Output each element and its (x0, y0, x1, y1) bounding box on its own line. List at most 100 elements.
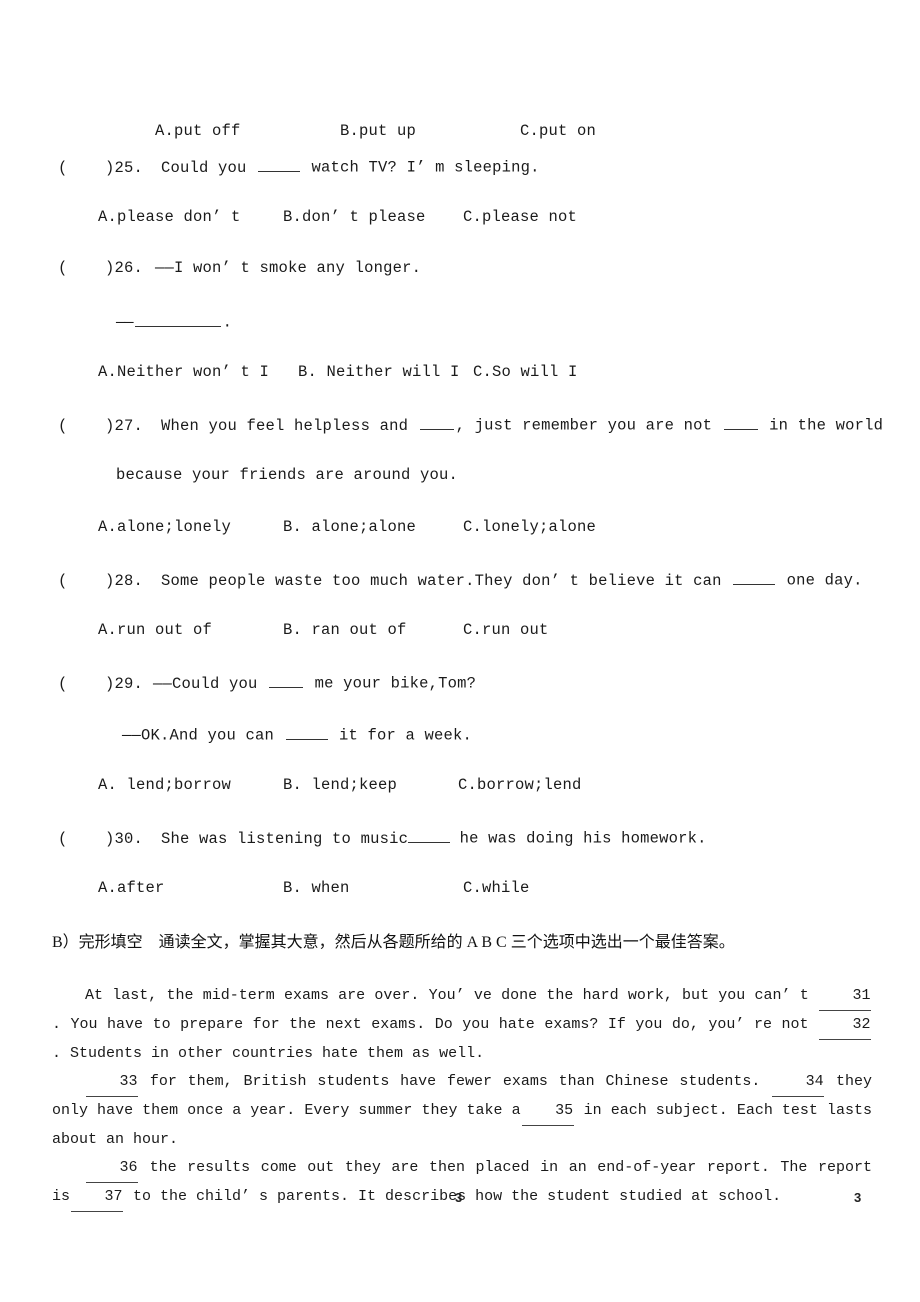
question-stem: ()26. ——I won’ t smoke any longer. (0, 259, 920, 311)
option-b[interactable]: B. Neither will I (298, 363, 473, 381)
option-c[interactable]: C.while (463, 879, 530, 897)
stem-tail: . (222, 313, 233, 332)
option-a[interactable]: A. lend;borrow (98, 776, 283, 794)
question-stem: ()30. She was listening to music he was d… (0, 827, 920, 879)
option-c[interactable]: C.please not (463, 208, 577, 226)
question-number: 30. (114, 829, 144, 848)
option-b[interactable]: B. lend;keep (283, 776, 458, 794)
option-a[interactable]: A.please don’ t (98, 208, 283, 226)
stem-text-2: he was doing his homework. (450, 829, 707, 848)
answer-blank[interactable] (134, 311, 221, 327)
stem-text-1: Could you (161, 158, 257, 177)
stem-text-2: , just remember you are not (455, 416, 722, 435)
answer-blank[interactable] (733, 569, 776, 585)
option-line: A.Neither won’ t I B. Neither will I C.So … (0, 363, 920, 415)
question-number: 26. (114, 259, 144, 277)
stem-text-2: me your bike,Tom? (305, 674, 477, 693)
question-number-close: ) (105, 416, 115, 435)
option-c[interactable]: C.borrow;lend (458, 776, 582, 794)
dialogue-reply-text-2: it for a week. (329, 726, 473, 745)
option-line: A.put off B.put up C.put on (0, 104, 920, 156)
exam-page: A.put off B.put up C.put on ()25. Could you… (0, 0, 920, 1302)
question-stem: ()25. Could you watch TV? I’ m sleeping. (0, 156, 920, 208)
page-number-right: 3 (854, 1190, 862, 1205)
stem-text-1: ——Could you (153, 674, 268, 693)
cloze-blank-35[interactable]: 35 (521, 1097, 574, 1126)
cloze-text-1c: . Students in other countries hate them … (52, 1045, 485, 1062)
stem-text-1: Some people waste too much water.They do… (161, 571, 732, 590)
question-stem: ()28. Some people waste too much water.Th… (0, 569, 920, 621)
stem-text-2: one day. (777, 571, 863, 590)
answer-blank-2[interactable] (285, 724, 328, 740)
option-b[interactable]: B.put up (340, 122, 520, 140)
answer-bracket[interactable]: ( (58, 159, 105, 177)
option-c[interactable]: C.So will I (473, 363, 578, 381)
option-c[interactable]: C.lonely;alone (463, 518, 596, 536)
option-a[interactable]: A.Neither won’ t I (98, 363, 298, 381)
option-c[interactable]: C.run out (463, 621, 549, 639)
cloze-blank-32[interactable]: 32 (819, 1011, 871, 1040)
answer-blank-1[interactable] (269, 672, 304, 688)
question-stem: ()27. When you feel helpless and , just r… (0, 414, 920, 466)
dialogue-reply-text-1: ——OK.And you can (122, 726, 284, 745)
cloze-paragraph-2: 33 for them, British students have fewer… (52, 1068, 872, 1154)
question-number: 25. (114, 158, 144, 177)
answer-bracket[interactable]: ( (58, 830, 105, 848)
question-number-close: ) (105, 829, 115, 848)
question-number: 28. (114, 571, 144, 590)
question-stem-continuation: ——OK.And you can it for a week. (0, 724, 920, 776)
question-stem: ()29. ——Could you me your bike,Tom? (0, 672, 920, 724)
option-a[interactable]: A.after (98, 879, 283, 897)
options-row-orphan: A.put off B.put up C.put on (0, 104, 920, 156)
cloze-blank-33[interactable]: 33 (86, 1068, 138, 1097)
option-a[interactable]: A.alone;lonely (98, 518, 283, 536)
option-a[interactable]: A.run out of (98, 621, 283, 639)
option-line: A. lend;borrow B. lend;keep C.borrow;lend (0, 776, 920, 828)
question-29: ()29. ——Could you me your bike,Tom? ——OK.… (0, 672, 920, 828)
cloze-text-3b: to the child’ s parents. It describes ho… (124, 1188, 782, 1205)
option-c[interactable]: C.put on (520, 122, 596, 140)
answer-bracket[interactable]: ( (58, 675, 105, 693)
option-a[interactable]: A.put off (155, 122, 340, 140)
question-number: 27. (114, 416, 144, 435)
option-line: A.please don’ t B.don’ t please C.please n… (0, 208, 920, 260)
stem-wrap-text: because your friends are around you. (116, 466, 459, 484)
cloze-paragraph-1: At last, the mid-term exams are over. Yo… (52, 982, 872, 1068)
answer-blank[interactable] (258, 156, 301, 172)
question-27: ()27. When you feel helpless and , just r… (0, 414, 920, 570)
section-b-heading: B）完形填空 通读全文，掌握其大意，然后从各题所给的 A B C 三个选项中选出… (52, 934, 735, 951)
stem-text-1: She was listening to music (161, 829, 409, 848)
answer-bracket[interactable]: ( (58, 259, 105, 277)
cloze-passage: At last, the mid-term exams are over. Yo… (52, 982, 872, 1212)
option-b[interactable]: B. when (283, 879, 463, 897)
stem-text-3: in the world (759, 416, 884, 435)
question-number-close: ) (105, 158, 115, 177)
option-b[interactable]: B. ran out of (283, 621, 463, 639)
answer-blank[interactable] (408, 827, 451, 843)
page-number-center: 3 (455, 1190, 463, 1205)
stem-text-1: ——I won’ t smoke any longer. (155, 259, 422, 277)
question-stem-continuation: because your friends are around you. (0, 466, 920, 518)
answer-bracket[interactable]: ( (58, 417, 105, 435)
question-number-close: ) (105, 674, 115, 693)
dialogue-dash: —— (116, 313, 134, 332)
cloze-blank-36[interactable]: 36 (86, 1154, 138, 1183)
option-line: A.run out of B. ran out of C.run out (0, 621, 920, 673)
option-line: A.alone;lonely B. alone;alone C.lonely;alo… (0, 518, 920, 570)
question-26: ()26. ——I won’ t smoke any longer. ——. A.… (0, 259, 920, 415)
question-number: 29. (114, 674, 144, 693)
option-b[interactable]: B. alone;alone (283, 518, 463, 536)
question-25: ()25. Could you watch TV? I’ m sleeping. … (0, 156, 920, 260)
question-stem-continuation: ——. (0, 311, 920, 363)
question-number-close: ) (105, 259, 115, 277)
answer-blank-1[interactable] (419, 414, 454, 430)
cloze-text-1a: At last, the mid-term exams are over. Yo… (85, 987, 818, 1004)
cloze-blank-37[interactable]: 37 (71, 1183, 124, 1212)
cloze-blank-31[interactable]: 31 (819, 982, 871, 1011)
cloze-blank-34[interactable]: 34 (772, 1068, 825, 1097)
answer-blank-2[interactable] (723, 414, 758, 430)
cloze-text-1b: . You have to prepare for the next exams… (52, 1016, 818, 1033)
question-30: ()30. She was listening to music he was d… (0, 827, 920, 931)
answer-bracket[interactable]: ( (58, 572, 105, 590)
option-b[interactable]: B.don’ t please (283, 208, 463, 226)
